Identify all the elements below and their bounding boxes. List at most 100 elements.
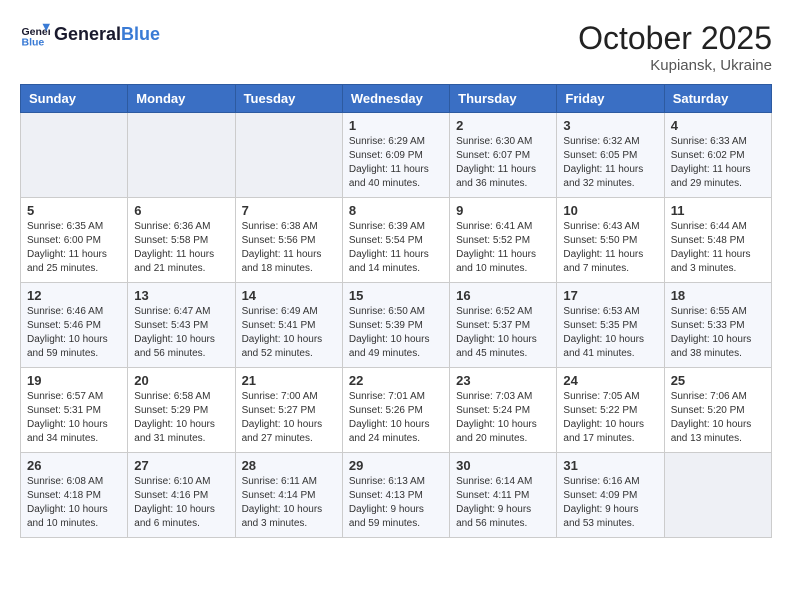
day-number: 26 xyxy=(27,458,121,473)
calendar-cell: 3 Sunrise: 6:32 AMSunset: 6:05 PMDaylight… xyxy=(557,113,664,198)
day-info: Sunrise: 7:03 AMSunset: 5:24 PMDaylight:… xyxy=(456,390,550,446)
weekday-header-thursday: Thursday xyxy=(450,85,557,113)
day-info: Sunrise: 6:08 AMSunset: 4:18 PMDaylight:… xyxy=(27,475,121,531)
calendar-cell: 5 Sunrise: 6:35 AMSunset: 6:00 PMDaylight… xyxy=(21,198,128,283)
day-number: 6 xyxy=(134,203,228,218)
calendar-week-1: 1Sunrise: 6:29 AMSunset: 6:09 PMDaylight… xyxy=(21,113,772,198)
calendar-cell xyxy=(21,113,128,198)
day-info: Sunrise: 6:49 AMSunset: 5:41 PMDaylight:… xyxy=(242,305,336,361)
weekday-header-saturday: Saturday xyxy=(664,85,771,113)
day-number: 30 xyxy=(456,458,550,473)
day-info: Sunrise: 7:06 AMSunset: 5:20 PMDaylight:… xyxy=(671,390,765,446)
day-number: 12 xyxy=(27,288,121,303)
day-number: 29 xyxy=(349,458,443,473)
calendar-week-3: 12Sunrise: 6:46 AMSunset: 5:46 PMDayligh… xyxy=(21,283,772,368)
day-info: Sunrise: 6:39 AMSunset: 5:54 PMDaylight:… xyxy=(349,220,443,276)
weekday-header-sunday: Sunday xyxy=(21,85,128,113)
calendar-cell: 13 Sunrise: 6:47 AMSunset: 5:43 PMDayligh… xyxy=(128,283,235,368)
calendar-cell: 22Sunrise: 7:01 AMSunset: 5:26 PMDayligh… xyxy=(342,368,449,453)
logo: General Blue GeneralBlue xyxy=(20,20,160,50)
day-number: 16 xyxy=(456,288,550,303)
calendar-cell: 1Sunrise: 6:29 AMSunset: 6:09 PMDaylight… xyxy=(342,113,449,198)
calendar-cell: 30Sunrise: 6:14 AMSunset: 4:11 PMDayligh… xyxy=(450,453,557,538)
calendar-cell: 17 Sunrise: 6:53 AMSunset: 5:35 PMDayligh… xyxy=(557,283,664,368)
day-info: Sunrise: 6:53 AMSunset: 5:35 PMDaylight:… xyxy=(563,305,657,361)
day-info: Sunrise: 6:36 AMSunset: 5:58 PMDaylight:… xyxy=(134,220,228,276)
day-number: 11 xyxy=(671,203,765,218)
calendar-cell: 6 Sunrise: 6:36 AMSunset: 5:58 PMDaylight… xyxy=(128,198,235,283)
day-number: 14 xyxy=(242,288,336,303)
calendar-cell: 4 Sunrise: 6:33 AMSunset: 6:02 PMDaylight… xyxy=(664,113,771,198)
day-info: Sunrise: 6:29 AMSunset: 6:09 PMDaylight:… xyxy=(349,135,443,191)
day-number: 27 xyxy=(134,458,228,473)
weekday-header-row: SundayMondayTuesdayWednesdayThursdayFrid… xyxy=(21,85,772,113)
day-number: 23 xyxy=(456,373,550,388)
calendar-cell: 21 Sunrise: 7:00 AMSunset: 5:27 PMDayligh… xyxy=(235,368,342,453)
calendar-cell: 28Sunrise: 6:11 AMSunset: 4:14 PMDayligh… xyxy=(235,453,342,538)
day-number: 19 xyxy=(27,373,121,388)
calendar-cell: 23 Sunrise: 7:03 AMSunset: 5:24 PMDayligh… xyxy=(450,368,557,453)
day-number: 20 xyxy=(134,373,228,388)
day-number: 18 xyxy=(671,288,765,303)
day-number: 4 xyxy=(671,118,765,133)
calendar-cell: 25 Sunrise: 7:06 AMSunset: 5:20 PMDayligh… xyxy=(664,368,771,453)
calendar-table: SundayMondayTuesdayWednesdayThursdayFrid… xyxy=(20,84,772,538)
day-info: Sunrise: 6:11 AMSunset: 4:14 PMDaylight:… xyxy=(242,475,336,531)
logo-line1: General xyxy=(54,24,121,44)
day-info: Sunrise: 6:58 AMSunset: 5:29 PMDaylight:… xyxy=(134,390,228,446)
day-number: 17 xyxy=(563,288,657,303)
svg-text:Blue: Blue xyxy=(22,37,45,49)
calendar-cell: 2Sunrise: 6:30 AMSunset: 6:07 PMDaylight… xyxy=(450,113,557,198)
title-section: October 2025 Kupiansk, Ukraine xyxy=(578,20,772,74)
location-subtitle: Kupiansk, Ukraine xyxy=(578,57,772,74)
day-info: Sunrise: 6:57 AMSunset: 5:31 PMDaylight:… xyxy=(27,390,121,446)
day-info: Sunrise: 6:41 AMSunset: 5:52 PMDaylight:… xyxy=(456,220,550,276)
day-info: Sunrise: 6:52 AMSunset: 5:37 PMDaylight:… xyxy=(456,305,550,361)
day-info: Sunrise: 6:13 AMSunset: 4:13 PMDaylight:… xyxy=(349,475,443,531)
calendar-cell: 24 Sunrise: 7:05 AMSunset: 5:22 PMDayligh… xyxy=(557,368,664,453)
day-info: Sunrise: 7:00 AMSunset: 5:27 PMDaylight:… xyxy=(242,390,336,446)
day-number: 5 xyxy=(27,203,121,218)
day-number: 3 xyxy=(563,118,657,133)
calendar-cell: 29 Sunrise: 6:13 AMSunset: 4:13 PMDayligh… xyxy=(342,453,449,538)
logo-line2: Blue xyxy=(121,24,160,44)
day-info: Sunrise: 6:33 AMSunset: 6:02 PMDaylight:… xyxy=(671,135,765,191)
day-number: 13 xyxy=(134,288,228,303)
day-info: Sunrise: 6:47 AMSunset: 5:43 PMDaylight:… xyxy=(134,305,228,361)
weekday-header-wednesday: Wednesday xyxy=(342,85,449,113)
calendar-cell: 16 Sunrise: 6:52 AMSunset: 5:37 PMDayligh… xyxy=(450,283,557,368)
calendar-cell: 19 Sunrise: 6:57 AMSunset: 5:31 PMDayligh… xyxy=(21,368,128,453)
calendar-cell: 27 Sunrise: 6:10 AMSunset: 4:16 PMDayligh… xyxy=(128,453,235,538)
calendar-cell xyxy=(664,453,771,538)
calendar-cell: 11 Sunrise: 6:44 AMSunset: 5:48 PMDayligh… xyxy=(664,198,771,283)
day-info: Sunrise: 6:44 AMSunset: 5:48 PMDaylight:… xyxy=(671,220,765,276)
day-number: 21 xyxy=(242,373,336,388)
day-info: Sunrise: 6:50 AMSunset: 5:39 PMDaylight:… xyxy=(349,305,443,361)
day-number: 31 xyxy=(563,458,657,473)
logo-icon: General Blue xyxy=(20,20,50,50)
page-header: General Blue GeneralBlue October 2025 Ku… xyxy=(20,20,772,74)
day-info: Sunrise: 6:35 AMSunset: 6:00 PMDaylight:… xyxy=(27,220,121,276)
day-info: Sunrise: 7:05 AMSunset: 5:22 PMDaylight:… xyxy=(563,390,657,446)
day-info: Sunrise: 6:32 AMSunset: 6:05 PMDaylight:… xyxy=(563,135,657,191)
day-info: Sunrise: 6:16 AMSunset: 4:09 PMDaylight:… xyxy=(563,475,657,531)
calendar-cell: 8 Sunrise: 6:39 AMSunset: 5:54 PMDaylight… xyxy=(342,198,449,283)
calendar-cell: 18Sunrise: 6:55 AMSunset: 5:33 PMDayligh… xyxy=(664,283,771,368)
day-number: 15 xyxy=(349,288,443,303)
day-number: 25 xyxy=(671,373,765,388)
calendar-week-5: 26 Sunrise: 6:08 AMSunset: 4:18 PMDayligh… xyxy=(21,453,772,538)
day-number: 9 xyxy=(456,203,550,218)
day-info: Sunrise: 6:10 AMSunset: 4:16 PMDaylight:… xyxy=(134,475,228,531)
calendar-cell: 31 Sunrise: 6:16 AMSunset: 4:09 PMDayligh… xyxy=(557,453,664,538)
calendar-cell: 9 Sunrise: 6:41 AMSunset: 5:52 PMDaylight… xyxy=(450,198,557,283)
calendar-cell: 20 Sunrise: 6:58 AMSunset: 5:29 PMDayligh… xyxy=(128,368,235,453)
weekday-header-friday: Friday xyxy=(557,85,664,113)
weekday-header-monday: Monday xyxy=(128,85,235,113)
calendar-cell: 10Sunrise: 6:43 AMSunset: 5:50 PMDayligh… xyxy=(557,198,664,283)
calendar-cell xyxy=(128,113,235,198)
day-number: 24 xyxy=(563,373,657,388)
day-number: 8 xyxy=(349,203,443,218)
day-info: Sunrise: 6:43 AMSunset: 5:50 PMDaylight:… xyxy=(563,220,657,276)
calendar-cell: 26 Sunrise: 6:08 AMSunset: 4:18 PMDayligh… xyxy=(21,453,128,538)
day-number: 22 xyxy=(349,373,443,388)
